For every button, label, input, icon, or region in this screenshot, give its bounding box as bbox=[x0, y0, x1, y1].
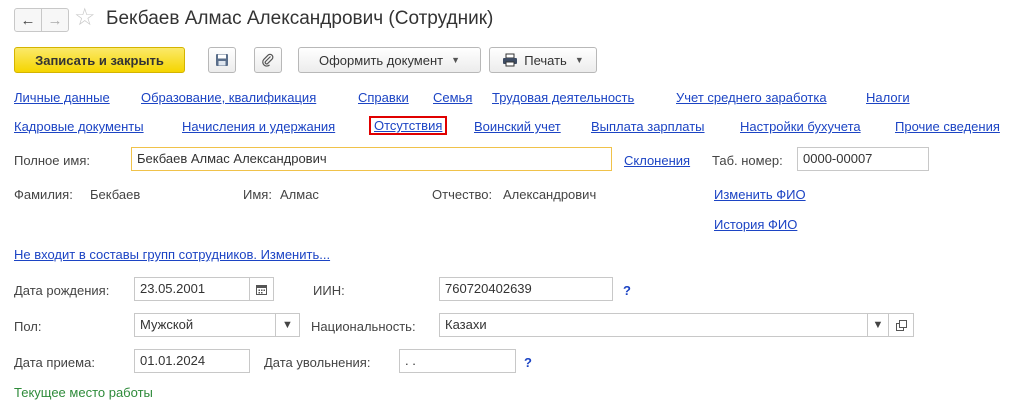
name-label: Имя: bbox=[243, 187, 272, 202]
link-family[interactable]: Семья bbox=[433, 90, 472, 105]
fullname-label: Полное имя: bbox=[14, 153, 90, 168]
birth-date-label: Дата рождения: bbox=[14, 283, 110, 298]
link-certificates[interactable]: Справки bbox=[358, 90, 409, 105]
page-title: Бекбаев Алмас Александрович (Сотрудник) bbox=[106, 8, 494, 29]
printer-icon bbox=[503, 53, 518, 67]
nationality-label: Национальность: bbox=[311, 319, 416, 334]
groups-link[interactable]: Не входит в составы групп сотрудников. И… bbox=[14, 247, 330, 262]
link-personal-data[interactable]: Личные данные bbox=[14, 90, 110, 105]
link-salary-payment[interactable]: Выплата зарплаты bbox=[591, 119, 705, 134]
current-job-heading: Текущее место работы bbox=[14, 385, 153, 400]
nationality-dropdown-button[interactable]: ▼ bbox=[867, 313, 889, 337]
save-button[interactable] bbox=[208, 47, 236, 73]
link-accounting-settings[interactable]: Настройки бухучета bbox=[740, 119, 861, 134]
calendar-button[interactable] bbox=[249, 277, 274, 301]
link-military[interactable]: Воинский учет bbox=[474, 119, 561, 134]
link-absences[interactable]: Отсутствия bbox=[369, 116, 448, 135]
open-item-icon bbox=[895, 319, 907, 331]
nationality-open-button[interactable] bbox=[888, 313, 914, 337]
hire-date-input[interactable]: 01.01.2024 bbox=[134, 349, 250, 373]
forward-button[interactable]: → bbox=[41, 8, 69, 32]
fio-history-link[interactable]: История ФИО bbox=[714, 217, 797, 232]
surname-value: Бекбаев bbox=[90, 187, 141, 202]
fullname-input[interactable]: Бекбаев Алмас Александрович bbox=[131, 147, 612, 171]
iin-help-icon[interactable]: ? bbox=[623, 283, 631, 298]
oformit-document-button[interactable]: Оформить документ ▼ bbox=[298, 47, 481, 73]
tab-number-label: Таб. номер: bbox=[712, 153, 783, 168]
patronymic-value: Александрович bbox=[503, 187, 597, 202]
change-fio-link[interactable]: Изменить ФИО bbox=[714, 187, 806, 202]
link-accruals[interactable]: Начисления и удержания bbox=[182, 119, 335, 134]
dropdown-caret-icon: ▼ bbox=[574, 55, 584, 65]
link-hr-documents[interactable]: Кадровые документы bbox=[14, 119, 144, 134]
declensions-link[interactable]: Склонения bbox=[624, 153, 690, 168]
iin-label: ИИН: bbox=[313, 283, 345, 298]
attach-button[interactable] bbox=[254, 47, 282, 73]
link-other-info[interactable]: Прочие сведения bbox=[895, 119, 1000, 134]
save-and-close-button[interactable]: Записать и закрыть bbox=[14, 47, 185, 73]
dropdown-caret-icon: ▼ bbox=[451, 55, 461, 65]
dropdown-caret-icon: ▼ bbox=[872, 319, 884, 331]
birth-date-input[interactable]: 23.05.2001 bbox=[134, 277, 250, 301]
nationality-input[interactable]: Казахи bbox=[439, 313, 868, 337]
gender-dropdown-button[interactable]: ▼ bbox=[275, 313, 300, 337]
paperclip-icon bbox=[262, 53, 274, 67]
dropdown-caret-icon: ▼ bbox=[282, 319, 293, 331]
gender-label: Пол: bbox=[14, 319, 42, 334]
calendar-icon bbox=[256, 284, 267, 295]
floppy-disk-icon bbox=[216, 54, 228, 66]
link-avg-earnings[interactable]: Учет среднего заработка bbox=[676, 90, 827, 105]
link-taxes[interactable]: Налоги bbox=[866, 90, 910, 105]
hire-date-label: Дата приема: bbox=[14, 355, 95, 370]
print-button[interactable]: Печать ▼ bbox=[489, 47, 597, 73]
arrow-right-icon: → bbox=[47, 11, 63, 29]
back-button[interactable]: ← bbox=[14, 8, 42, 32]
name-value: Алмас bbox=[280, 187, 319, 202]
surname-label: Фамилия: bbox=[14, 187, 73, 202]
arrow-left-icon: ← bbox=[20, 11, 36, 29]
link-education[interactable]: Образование, квалификация bbox=[141, 90, 316, 105]
link-labor-activity[interactable]: Трудовая деятельность bbox=[492, 90, 634, 105]
favorite-star-icon[interactable]: ☆ bbox=[74, 6, 96, 30]
iin-input[interactable]: 760720402639 bbox=[439, 277, 613, 301]
dismissal-date-input[interactable]: . . bbox=[399, 349, 516, 373]
dismissal-date-label: Дата увольнения: bbox=[264, 355, 371, 370]
patronymic-label: Отчество: bbox=[432, 187, 493, 202]
tab-number-input[interactable]: 0000-00007 bbox=[797, 147, 929, 171]
dismissal-help-icon[interactable]: ? bbox=[524, 355, 532, 370]
gender-select[interactable]: Мужской bbox=[134, 313, 276, 337]
